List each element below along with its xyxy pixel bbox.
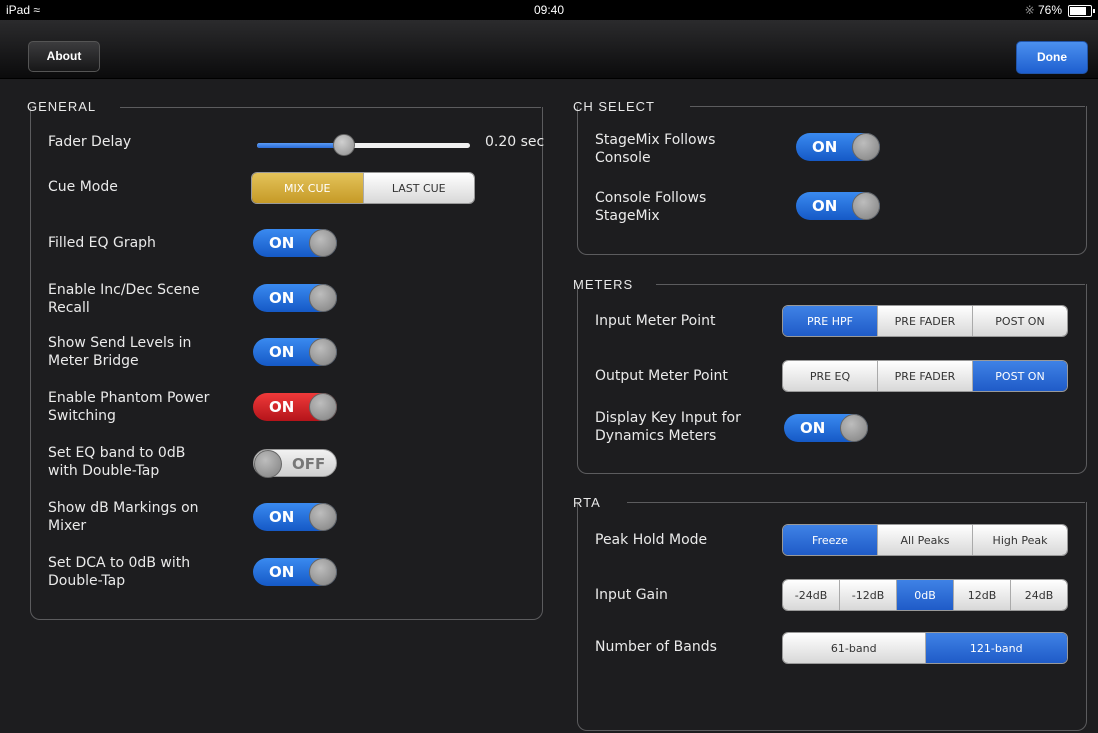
battery-icon [1068, 5, 1095, 17]
segment-pre-eq[interactable]: PRE EQ [783, 361, 878, 391]
segment-pre-fader[interactable]: PRE FADER [878, 361, 973, 391]
segment-all-peaks[interactable]: All Peaks [878, 525, 973, 555]
peak-hold-label: Peak Hold Mode [595, 532, 708, 548]
segment-pre-fader[interactable]: PRE FADER [878, 306, 973, 336]
segment-post-on[interactable]: POST ON [973, 361, 1067, 391]
meters-title: METERS [573, 277, 634, 292]
output-meter-point-segmented: PRE EQ PRE FADER POST ON [782, 360, 1068, 392]
input-meter-point-label: Input Meter Point [595, 313, 716, 329]
number-of-bands-segmented: 61-band 121-band [782, 632, 1068, 664]
status-bar: iPad ≈ 09:40 ※ 76% [0, 0, 1098, 20]
phantom-toggle[interactable]: ON [253, 393, 337, 421]
eq-band-toggle[interactable]: OFF [253, 449, 337, 478]
fader-delay-label: Fader Delay [48, 134, 132, 150]
cue-mode-segmented: MIX CUE LAST CUE [251, 172, 475, 204]
clock: 09:40 [533, 3, 565, 17]
send-levels-toggle[interactable]: ON [253, 338, 337, 366]
done-button[interactable]: Done [1016, 41, 1088, 74]
dca-toggle[interactable]: ON [253, 558, 337, 586]
segment-freeze[interactable]: Freeze [783, 525, 878, 555]
rta-title: RTA [573, 495, 601, 510]
segment-0db[interactable]: 0dB [897, 580, 954, 610]
input-gain-label: Input Gain [595, 587, 668, 603]
key-input-label: Display Key Input for Dynamics Meters [595, 410, 741, 444]
general-title: GENERAL [27, 99, 97, 114]
bluetooth-icon: ※ [1024, 3, 1035, 17]
output-meter-point-label: Output Meter Point [595, 368, 728, 384]
stagemix-follows-toggle[interactable]: ON [796, 133, 880, 161]
navigation-bar: About Done [0, 20, 1098, 79]
dca-label: Set DCA to 0dB with Double-Tap [48, 555, 191, 589]
db-markings-toggle[interactable]: ON [253, 503, 337, 531]
segment-high-peak[interactable]: High Peak [973, 525, 1067, 555]
input-gain-segmented: -24dB -12dB 0dB 12dB 24dB [782, 579, 1068, 611]
fader-delay-slider[interactable] [257, 134, 470, 156]
filled-eq-toggle[interactable]: ON [253, 229, 337, 257]
input-meter-point-segmented: PRE HPF PRE FADER POST ON [782, 305, 1068, 337]
segment-24db[interactable]: 24dB [1011, 580, 1067, 610]
stagemix-follows-label: StageMix Follows Console [595, 132, 716, 166]
ch-select-panel [577, 106, 1087, 255]
segment-last-cue[interactable]: LAST CUE [363, 173, 474, 203]
console-follows-toggle[interactable]: ON [796, 192, 880, 220]
about-button[interactable]: About [28, 41, 100, 72]
segment-61-band[interactable]: 61-band [783, 633, 926, 663]
eq-band-label: Set EQ band to 0dB with Double-Tap [48, 445, 186, 479]
key-input-toggle[interactable]: ON [784, 414, 868, 442]
console-follows-label: Console Follows StageMix [595, 190, 707, 224]
inc-dec-toggle[interactable]: ON [253, 284, 337, 312]
fader-delay-value: 0.20 sec [485, 134, 545, 150]
inc-dec-label: Enable Inc/Dec Scene Recall [48, 282, 200, 316]
filled-eq-label: Filled EQ Graph [48, 235, 156, 251]
segment-12db[interactable]: 12dB [954, 580, 1011, 610]
battery-percent: ※ 76% [1024, 3, 1062, 17]
db-markings-label: Show dB Markings on Mixer [48, 500, 199, 534]
segment-minus-24db[interactable]: -24dB [783, 580, 840, 610]
peak-hold-segmented: Freeze All Peaks High Peak [782, 524, 1068, 556]
segment-pre-hpf[interactable]: PRE HPF [783, 306, 878, 336]
segment-minus-12db[interactable]: -12dB [840, 580, 897, 610]
segment-post-on[interactable]: POST ON [973, 306, 1067, 336]
phantom-label: Enable Phantom Power Switching [48, 390, 210, 424]
number-of-bands-label: Number of Bands [595, 639, 717, 655]
segment-121-band[interactable]: 121-band [925, 633, 1067, 663]
segment-mix-cue[interactable]: MIX CUE [252, 173, 364, 203]
cue-mode-label: Cue Mode [48, 179, 118, 195]
ch-select-title: CH SELECT [573, 99, 655, 114]
send-levels-label: Show Send Levels in Meter Bridge [48, 335, 192, 369]
